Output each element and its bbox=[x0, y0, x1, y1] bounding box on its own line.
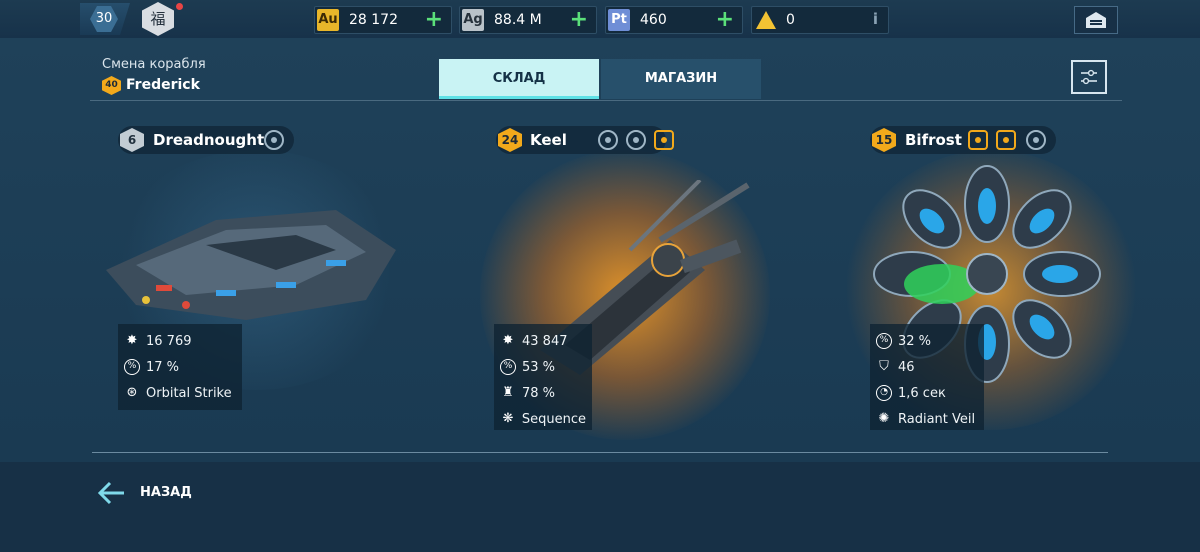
ship-name-pill: 24 Keel bbox=[496, 126, 674, 154]
stat-value: Sequence bbox=[521, 411, 586, 427]
ship-rank-badge: 6 bbox=[120, 128, 144, 152]
stat-value: 53 % bbox=[522, 359, 556, 375]
stat-value: 1,6 сек bbox=[898, 385, 946, 401]
back-label: НАЗАД bbox=[140, 485, 192, 500]
ship-stats: ✸ 43 847 % 53 % ♜ 78 % ❋ Sequence bbox=[494, 324, 592, 430]
stat-row: ✸ 43 847 bbox=[500, 328, 586, 354]
resource-silver: Ag 88.4 M + bbox=[459, 6, 597, 34]
armor-module-icon bbox=[996, 130, 1016, 150]
resource-warning: 0 i bbox=[751, 6, 889, 34]
info-button[interactable]: i bbox=[873, 10, 878, 28]
stat-row: ⛉ 46 bbox=[876, 354, 978, 380]
radiant-veil-icon: ✺ bbox=[878, 411, 890, 426]
ship-name: Bifrost bbox=[905, 131, 962, 149]
module-icon bbox=[626, 130, 646, 150]
stat-row: % 17 % bbox=[124, 354, 236, 380]
pilot-name: Frederick bbox=[126, 77, 200, 93]
stat-value: 17 % bbox=[146, 359, 180, 375]
back-arrow-icon bbox=[97, 481, 124, 505]
stat-value: 43 847 bbox=[522, 333, 568, 349]
percent-icon: % bbox=[500, 359, 516, 375]
warning-icon bbox=[756, 11, 776, 29]
drone-module-icon bbox=[1026, 130, 1046, 150]
ship-card-dreadnought[interactable]: 6 Dreadnought ✸ 16 769 % 17 % ⊛ Orbital Str… bbox=[96, 120, 416, 420]
gold-value: 28 172 bbox=[349, 12, 398, 28]
filter-button[interactable] bbox=[1071, 60, 1107, 94]
stat-value: Radiant Veil bbox=[898, 411, 976, 427]
add-gold-button[interactable]: + bbox=[425, 7, 443, 33]
module-icon bbox=[264, 130, 284, 150]
firepower-icon: ✸ bbox=[502, 333, 514, 348]
add-silver-button[interactable]: + bbox=[570, 7, 588, 33]
ship-rank-badge: 24 bbox=[498, 128, 522, 152]
timer-icon: ◔ bbox=[876, 385, 892, 401]
stat-row: % 53 % bbox=[500, 354, 586, 380]
back-button[interactable]: НАЗАД bbox=[96, 478, 216, 508]
module-icon bbox=[598, 130, 618, 150]
tab-storage[interactable]: СКЛАД bbox=[439, 59, 599, 99]
warning-value: 0 bbox=[786, 12, 795, 28]
ship-name-pill: 15 Bifrost bbox=[870, 126, 1056, 154]
stat-value: 46 bbox=[898, 359, 915, 375]
shield-module-icon bbox=[654, 130, 674, 150]
ship-name: Dreadnought bbox=[153, 131, 265, 149]
stat-value: Orbital Strike bbox=[146, 385, 232, 401]
hangar-button[interactable] bbox=[1074, 6, 1118, 34]
platinum-icon: Pt bbox=[608, 9, 630, 31]
firepower-icon: ✸ bbox=[126, 333, 138, 348]
stat-row: ⊛ Orbital Strike bbox=[124, 380, 236, 406]
notification-dot bbox=[176, 3, 183, 10]
filter-icon bbox=[1081, 69, 1097, 85]
ship-card-bifrost[interactable]: 15 Bifrost % 32 % ⛉ 46 ◔ 1,6 сек ✺ Radiant V… bbox=[846, 120, 1146, 436]
ship-change-subtitle: Смена корабля bbox=[102, 57, 206, 72]
stat-row: ♜ 78 % bbox=[500, 380, 586, 406]
add-platinum-button[interactable]: + bbox=[716, 7, 734, 33]
platinum-value: 460 bbox=[640, 12, 667, 28]
stat-row: ❋ Sequence bbox=[500, 406, 586, 432]
percent-icon: % bbox=[876, 333, 892, 349]
header-divider bbox=[90, 100, 1122, 101]
ship-name-pill: 6 Dreadnought bbox=[118, 126, 294, 154]
orbital-strike-icon: ⊛ bbox=[126, 385, 138, 400]
stat-row: ✸ 16 769 bbox=[124, 328, 236, 354]
player-level: 30 bbox=[90, 6, 118, 32]
stat-value: 78 % bbox=[522, 385, 556, 401]
armor-icon: ⛉ bbox=[879, 359, 889, 374]
footer-divider bbox=[92, 452, 1108, 453]
weapon-module-icon bbox=[968, 130, 988, 150]
stat-row: ◔ 1,6 сек bbox=[876, 380, 978, 406]
resource-platinum: Pt 460 + bbox=[605, 6, 743, 34]
silver-icon: Ag bbox=[462, 9, 484, 31]
percent-icon: % bbox=[124, 359, 140, 375]
stat-row: ✺ Radiant Veil bbox=[876, 406, 978, 432]
resource-gold: Au 28 172 + bbox=[314, 6, 452, 34]
ship-rank-badge: 15 bbox=[872, 128, 896, 152]
silver-value: 88.4 M bbox=[494, 12, 542, 28]
hangar-icon bbox=[1086, 12, 1106, 28]
drones-icon: ♜ bbox=[502, 385, 514, 400]
dreadnought-ship-image bbox=[106, 210, 396, 320]
ship-card-keel[interactable]: 24 Keel ✸ 43 847 % 53 % ♜ 78 % ❋ Sequence bbox=[470, 120, 770, 440]
gold-icon: Au bbox=[317, 9, 339, 31]
stat-row: % 32 % bbox=[876, 328, 978, 354]
ship-stats: % 32 % ⛉ 46 ◔ 1,6 сек ✺ Radiant Veil bbox=[870, 324, 984, 430]
sequence-icon: ❋ bbox=[502, 411, 514, 426]
tab-shop[interactable]: МАГАЗИН bbox=[601, 59, 761, 99]
ship-name: Keel bbox=[530, 131, 567, 149]
ship-stats: ✸ 16 769 % 17 % ⊛ Orbital Strike bbox=[118, 324, 242, 410]
stat-value: 16 769 bbox=[146, 333, 192, 349]
stat-value: 32 % bbox=[898, 333, 932, 349]
